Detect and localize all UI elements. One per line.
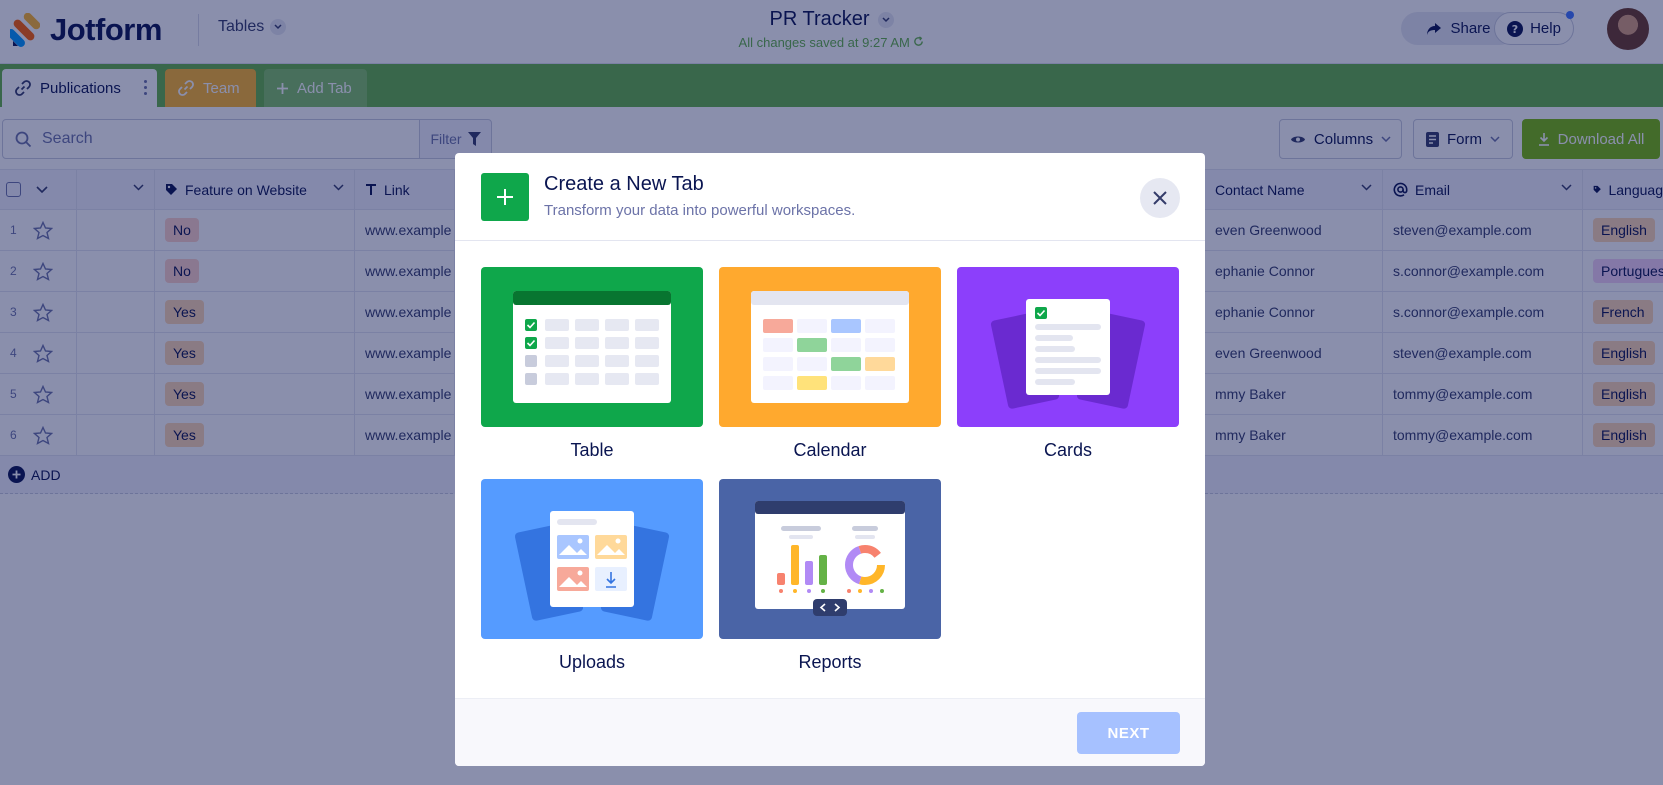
option-reports[interactable]: Reports — [719, 479, 941, 673]
modal-header: Create a New Tab Transform your data int… — [455, 153, 1205, 241]
modal-footer: NEXT — [455, 698, 1205, 766]
cards-illustration-icon — [957, 267, 1179, 427]
table-illustration-icon — [481, 267, 703, 427]
modal-title: Create a New Tab — [544, 173, 704, 195]
reports-illustration-icon — [719, 479, 941, 639]
option-uploads[interactable]: Uploads — [481, 479, 703, 673]
calendar-illustration-icon — [719, 267, 941, 427]
create-tab-modal: Create a New Tab Transform your data int… — [455, 153, 1205, 766]
option-calendar-label: Calendar — [793, 440, 867, 460]
close-button[interactable] — [1140, 178, 1180, 218]
option-reports-label: Reports — [798, 652, 862, 672]
next-button[interactable]: NEXT — [1077, 712, 1180, 754]
option-table[interactable]: Table — [481, 267, 703, 461]
option-cards[interactable]: Cards — [957, 267, 1179, 461]
plus-icon — [481, 173, 529, 221]
modal-subtitle: Transform your data into powerful worksp… — [544, 202, 856, 219]
option-uploads-label: Uploads — [558, 652, 626, 672]
uploads-illustration-icon — [481, 479, 703, 639]
option-cards-label: Cards — [1043, 440, 1092, 460]
option-table-label: Table — [570, 440, 614, 460]
close-icon — [1153, 191, 1167, 205]
option-calendar[interactable]: Calendar — [719, 267, 941, 461]
